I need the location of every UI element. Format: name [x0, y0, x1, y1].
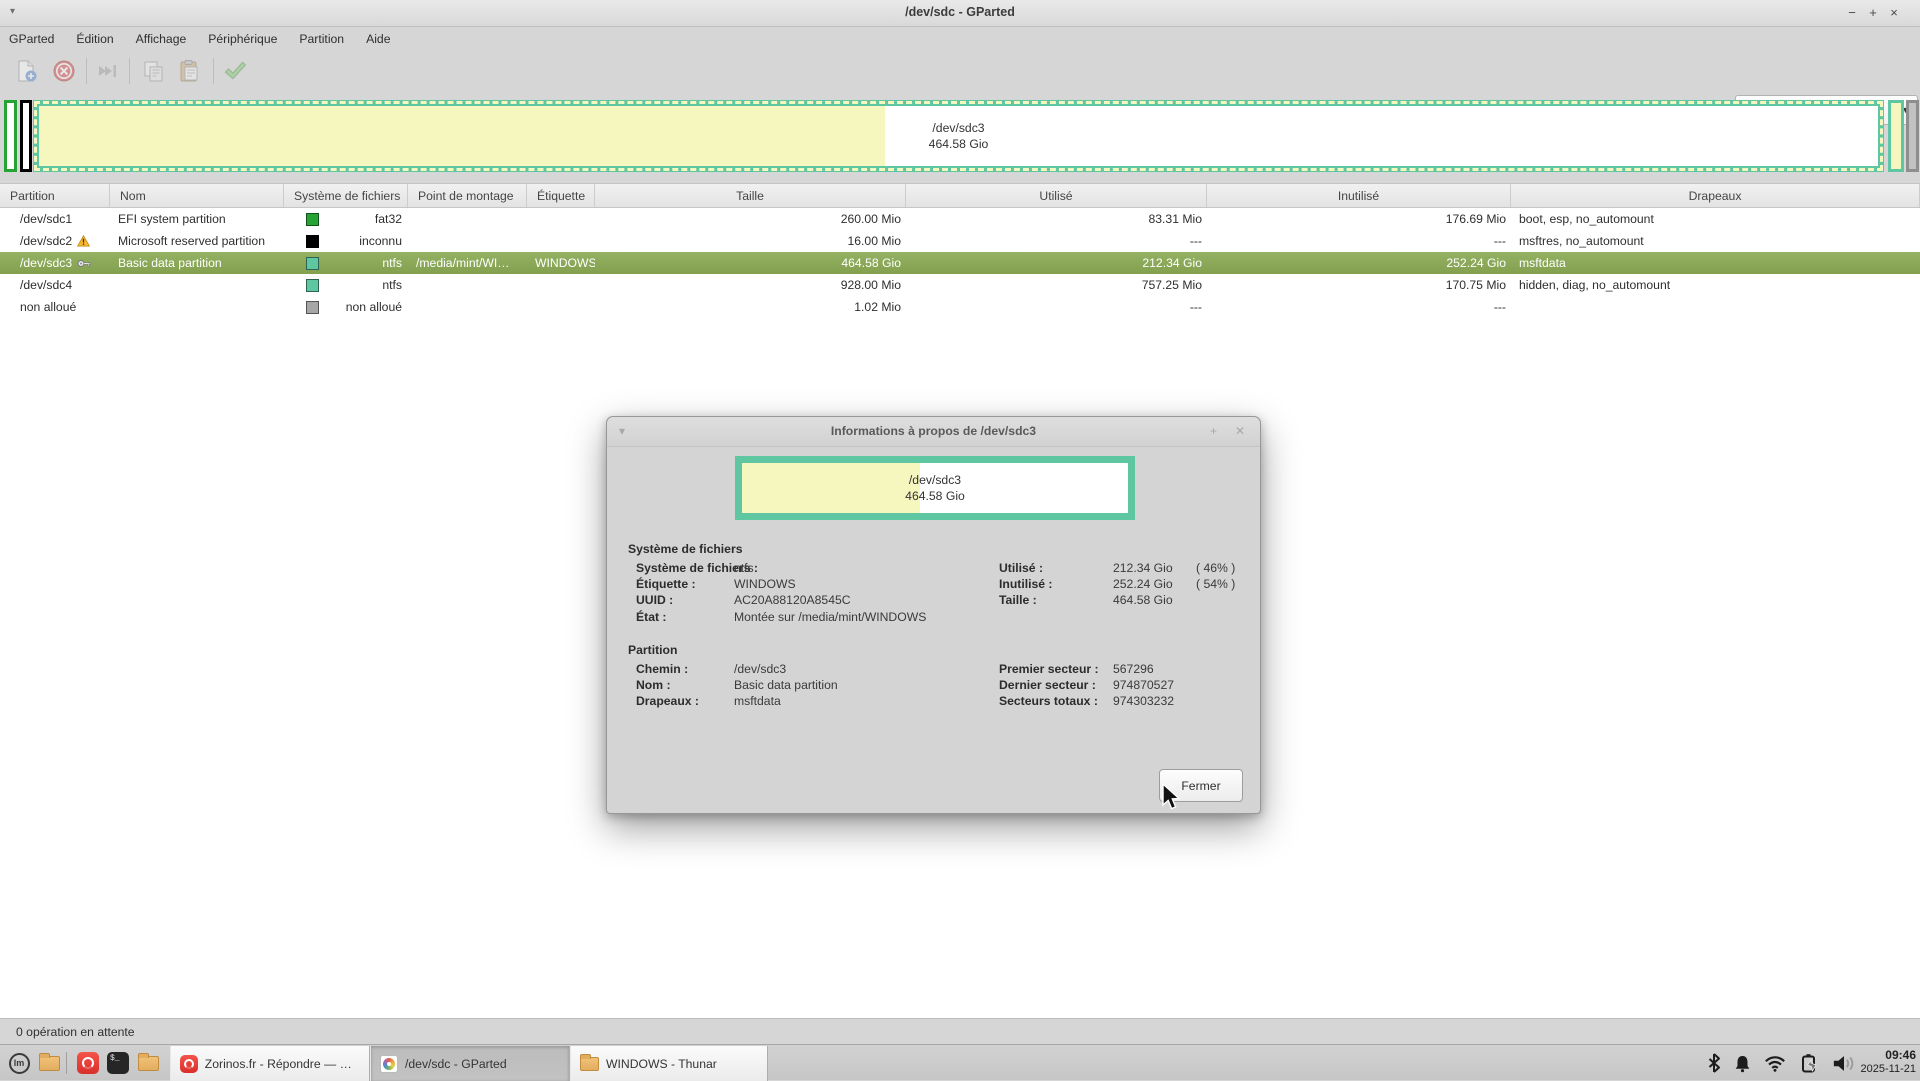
dialog-partition-visual: /dev/sdc3 464.58 Gio	[735, 456, 1135, 520]
apply-operations-icon[interactable]	[220, 57, 248, 85]
fs-type-value: ntfs	[734, 561, 754, 575]
partition-info-dialog: ▾ Informations à propos de /dev/sdc3 + ✕…	[606, 416, 1261, 814]
dialog-close-icon[interactable]: ✕	[1235, 424, 1245, 438]
gparted-icon	[380, 1055, 398, 1073]
maximize-button[interactable]: +	[1864, 4, 1882, 22]
table-row-unallocated[interactable]: non alloué non alloué 1.02 Mio --- ---	[0, 296, 1920, 318]
name-value: Basic data partition	[734, 678, 838, 692]
bluetooth-icon[interactable]	[1707, 1053, 1721, 1073]
folder-icon	[39, 1056, 60, 1071]
menubar: GParted Édition Affichage Périphérique P…	[0, 28, 1920, 50]
menu-edition[interactable]: Édition	[65, 30, 124, 48]
col-partition[interactable]: Partition	[0, 184, 110, 207]
path-value: /dev/sdc3	[734, 662, 786, 676]
col-taille[interactable]: Taille	[595, 184, 906, 207]
table-row-sdc2[interactable]: /dev/sdc2 Microsoft reserved partition i…	[0, 230, 1920, 252]
volume-icon[interactable]	[1832, 1054, 1856, 1073]
used-percent: ( 46% )	[1196, 561, 1235, 575]
menu-affichage[interactable]: Affichage	[125, 30, 198, 48]
device-visual-bar: /dev/sdc3 464.58 Gio	[0, 100, 1920, 172]
unused-percent: ( 54% )	[1196, 577, 1235, 591]
minimize-button[interactable]: −	[1843, 4, 1861, 22]
delete-partition-icon[interactable]	[50, 57, 78, 85]
browser-icon	[77, 1052, 99, 1074]
devicebar-partition-sdc4[interactable]	[1888, 100, 1904, 172]
menu-peripherique[interactable]: Périphérique	[197, 30, 288, 48]
dialog-maximize-icon[interactable]: +	[1210, 424, 1217, 438]
devicebar-partition-sdc1[interactable]	[4, 100, 17, 172]
col-drapeaux[interactable]: Drapeaux	[1511, 184, 1920, 207]
table-row-sdc4[interactable]: /dev/sdc4 ntfs 928.00 Mio 757.25 Mio 170…	[0, 274, 1920, 296]
mounted-key-icon	[77, 258, 91, 269]
menu-aide[interactable]: Aide	[355, 30, 401, 48]
col-point-de-montage[interactable]: Point de montage	[408, 184, 527, 207]
fermer-button[interactable]: Fermer	[1159, 769, 1243, 802]
wifi-icon[interactable]	[1764, 1055, 1786, 1072]
dialog-visual-label: /dev/sdc3 464.58 Gio	[742, 472, 1128, 504]
copy-icon[interactable]	[139, 57, 167, 85]
dialog-title: Informations à propos de /dev/sdc3	[607, 424, 1260, 438]
used-value: 212.34 Gio	[1113, 561, 1173, 575]
total-sectors-value: 974303232	[1113, 694, 1174, 708]
devicebar-unallocated[interactable]	[1906, 100, 1919, 172]
fs-color-swatch	[306, 213, 319, 226]
fs-color-swatch	[306, 301, 319, 314]
folder-icon	[138, 1056, 159, 1071]
devicebar-selected-label: /dev/sdc3 464.58 Gio	[39, 120, 1878, 152]
fs-status-value: Montée sur /media/mint/WINDOWS	[734, 610, 926, 624]
files-launcher[interactable]	[37, 1051, 61, 1075]
clock[interactable]: 09:46 2025-11-21	[1861, 1048, 1916, 1076]
dialog-titlebar[interactable]: ▾ Informations à propos de /dev/sdc3 + ✕	[607, 417, 1260, 447]
browser-icon	[180, 1055, 198, 1073]
close-button[interactable]: ×	[1885, 4, 1903, 22]
fs-color-swatch	[306, 279, 319, 292]
fs-color-swatch	[306, 257, 319, 270]
paste-icon[interactable]	[175, 57, 203, 85]
pending-operations-text: 0 opération en attente	[16, 1025, 135, 1039]
col-systeme-de-fichiers[interactable]: Système de fichiers	[284, 184, 408, 207]
file-manager-launcher[interactable]	[136, 1051, 160, 1075]
filesystem-section-heading: Système de fichiers	[628, 542, 742, 556]
window-title: /dev/sdc - GParted	[0, 5, 1920, 19]
col-utilise[interactable]: Utilisé	[906, 184, 1207, 207]
terminal-icon: $_	[107, 1052, 129, 1074]
size-value: 464.58 Gio	[1113, 593, 1173, 607]
battery-charging-icon[interactable]	[1799, 1053, 1819, 1073]
first-sector-value: 567296	[1113, 662, 1154, 676]
devicebar-partition-sdc3-selected[interactable]: /dev/sdc3 464.58 Gio	[33, 100, 1884, 172]
devicebar-partition-sdc2[interactable]	[20, 100, 32, 172]
col-etiquette[interactable]: Étiquette	[527, 184, 595, 207]
fs-uuid-value: AC20A88120A8545C	[734, 593, 851, 607]
last-sector-value: 974870527	[1113, 678, 1174, 692]
status-bar: 0 opération en attente	[0, 1018, 1920, 1044]
taskbar: lm $_ Zorinos.fr - Répondre — M… /dev/sd…	[0, 1044, 1920, 1080]
window-titlebar[interactable]: ▾ /dev/sdc - GParted − + ×	[0, 0, 1920, 27]
table-row-sdc3-selected[interactable]: /dev/sdc3 Basic data partition ntfs /med…	[0, 252, 1920, 274]
taskbar-window-mail[interactable]: Zorinos.fr - Répondre — M…	[170, 1046, 370, 1081]
browser-launcher[interactable]	[76, 1051, 100, 1075]
menu-partition[interactable]: Partition	[288, 30, 355, 48]
notifications-bell-icon[interactable]	[1734, 1054, 1751, 1073]
taskbar-window-thunar[interactable]: WINDOWS - Thunar	[570, 1046, 768, 1081]
table-row-sdc1[interactable]: /dev/sdc1 EFI system partition fat32 260…	[0, 208, 1920, 230]
taskbar-window-gparted-active[interactable]: /dev/sdc - GParted	[370, 1046, 570, 1081]
new-partition-icon[interactable]	[12, 57, 40, 85]
warning-icon	[77, 235, 90, 247]
terminal-launcher[interactable]: $_	[106, 1051, 130, 1075]
toolbar: /dev/sdc (465.76 Gio) ▼	[0, 50, 1920, 92]
table-header: Partition Nom Système de fichiers Point …	[0, 184, 1920, 208]
resize-move-icon[interactable]	[93, 57, 121, 85]
system-tray	[1707, 1050, 1856, 1076]
flags-value: msftdata	[734, 694, 781, 708]
unused-value: 252.24 Gio	[1113, 577, 1173, 591]
mint-logo-icon: lm	[9, 1053, 30, 1074]
folder-icon	[580, 1057, 599, 1071]
fs-label-value: WINDOWS	[734, 577, 796, 591]
partition-section-heading: Partition	[628, 643, 677, 657]
col-nom[interactable]: Nom	[110, 184, 284, 207]
col-inutilise[interactable]: Inutilisé	[1207, 184, 1511, 207]
menu-gparted[interactable]: GParted	[0, 30, 65, 48]
fs-color-swatch	[306, 235, 319, 248]
mint-menu-button[interactable]: lm	[7, 1051, 31, 1075]
